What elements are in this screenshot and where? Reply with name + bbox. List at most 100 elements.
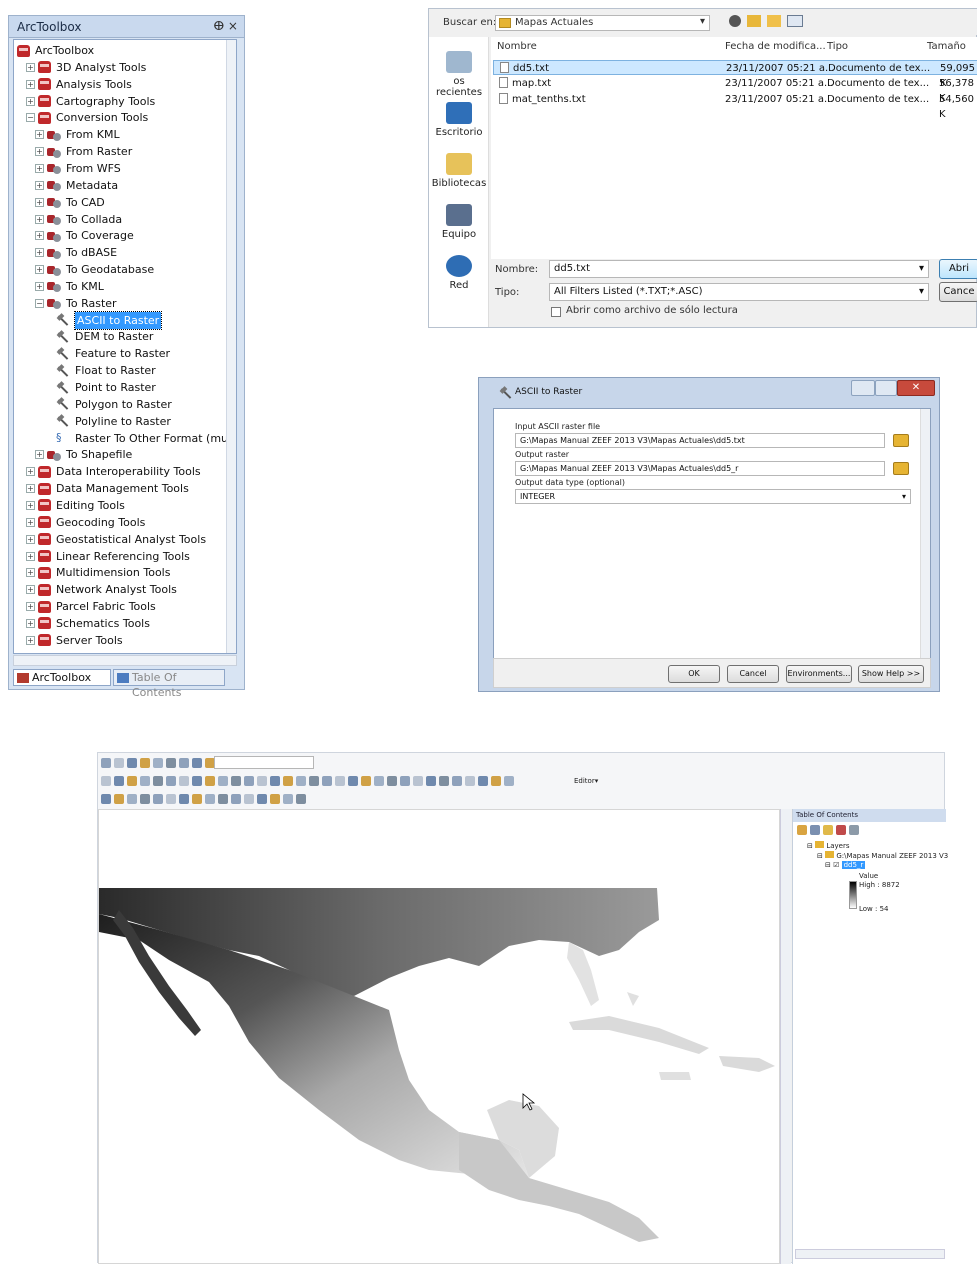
tree-root[interactable]: ArcToolbox xyxy=(17,42,94,59)
toolbar-button-icon[interactable] xyxy=(140,794,150,804)
column-header-type[interactable]: Tipo xyxy=(827,41,848,52)
map-display[interactable] xyxy=(98,809,780,1264)
toolbox-item[interactable]: + Editing Tools xyxy=(26,497,125,514)
toolbar-button-icon[interactable] xyxy=(218,794,228,804)
toolbar-button-icon[interactable] xyxy=(283,776,293,786)
scale-combo[interactable] xyxy=(214,756,314,769)
input-file-field[interactable]: G:\Mapas Manual ZEEF 2013 V3\Mapas Actua… xyxy=(515,433,885,448)
toolbar-button-icon[interactable] xyxy=(244,794,254,804)
toolbox-item[interactable]: +3D Analyst Tools xyxy=(26,59,146,76)
toolbar-button-icon[interactable] xyxy=(504,776,514,786)
tool-item[interactable]: Polyline to Raster xyxy=(44,413,171,430)
collapse-icon[interactable]: − xyxy=(35,298,44,308)
list-by-drawing-order-icon[interactable] xyxy=(797,825,807,835)
file-row[interactable]: map.txt 23/11/2007 05:21 a... Documento … xyxy=(493,76,977,104)
toolset-item[interactable]: − To Raster xyxy=(35,295,117,312)
expand-icon[interactable]: + xyxy=(26,635,35,645)
maximize-button[interactable] xyxy=(875,380,897,396)
environments-button[interactable]: Environments... xyxy=(786,665,852,683)
file-type-select[interactable]: All Filters Listed (*.TXT;*.ASC) ▾ xyxy=(549,283,929,301)
toolbar-button-icon[interactable] xyxy=(192,776,202,786)
toolbox-item[interactable]: + Geostatistical Analyst Tools xyxy=(26,531,206,548)
options-icon[interactable] xyxy=(849,825,859,835)
layers-node[interactable]: ⊟ Layers xyxy=(807,841,850,850)
collapse-icon[interactable]: − xyxy=(26,113,35,123)
toolset-item[interactable]: + Metadata xyxy=(35,177,118,194)
toolbar-button-icon[interactable] xyxy=(218,776,228,786)
file-row[interactable]: mat_tenths.txt 23/11/2007 05:21 a... Doc… xyxy=(493,92,977,120)
toolbar-button-icon[interactable] xyxy=(322,776,332,786)
map-scrollbar[interactable] xyxy=(780,809,791,1264)
expand-icon[interactable]: + xyxy=(26,618,35,628)
toolbox-item[interactable]: + Linear Referencing Tools xyxy=(26,548,190,565)
toolbar-button-icon[interactable] xyxy=(166,776,176,786)
column-header-date[interactable]: Fecha de modifica... xyxy=(725,41,826,52)
up-folder-icon[interactable] xyxy=(747,15,761,27)
data-type-select[interactable]: INTEGER ▾ xyxy=(515,489,911,504)
expand-icon[interactable]: + xyxy=(35,197,44,207)
toolbar-button-icon[interactable] xyxy=(309,776,319,786)
toolbar-button-icon[interactable] xyxy=(452,776,462,786)
toolbar-button-icon[interactable] xyxy=(192,794,202,804)
toolbar-button-icon[interactable] xyxy=(270,776,280,786)
layer-node[interactable]: ⊟ ☑ dd5_r xyxy=(825,861,866,869)
column-header-name[interactable]: Nombre xyxy=(497,41,537,52)
toolbar-button-icon[interactable] xyxy=(244,776,254,786)
toolbar-button-icon[interactable] xyxy=(231,794,241,804)
toolset-item[interactable]: + To Coverage xyxy=(35,227,134,244)
toolbar-button-icon[interactable] xyxy=(361,776,371,786)
output-raster-field[interactable]: G:\Mapas Manual ZEEF 2013 V3\Mapas Actua… xyxy=(515,461,885,476)
toolbar-button-icon[interactable] xyxy=(166,794,176,804)
file-name-input[interactable]: dd5.txt ▾ xyxy=(549,260,929,278)
toolbar-button-icon[interactable] xyxy=(400,776,410,786)
expand-icon[interactable]: + xyxy=(26,467,35,477)
toolset-item[interactable]: + To CAD xyxy=(35,194,105,211)
toolbar-button-icon[interactable] xyxy=(114,794,124,804)
expand-icon[interactable]: + xyxy=(26,602,35,612)
expand-icon[interactable]: + xyxy=(26,551,35,561)
browse-folder-icon[interactable] xyxy=(893,462,909,475)
toolbar-button-icon[interactable] xyxy=(153,794,163,804)
expand-icon[interactable]: + xyxy=(26,484,35,494)
cancel-button[interactable]: Cancel xyxy=(727,665,779,683)
place-libraries[interactable]: Bibliotecas xyxy=(429,153,489,189)
toolbar-button-icon[interactable] xyxy=(114,758,124,768)
place-recent[interactable]: os recientes xyxy=(429,51,489,98)
toolbox-item[interactable]: + Parcel Fabric Tools xyxy=(26,598,156,615)
toolbox-item[interactable]: + Data Management Tools xyxy=(26,480,189,497)
tool-item[interactable]: DEM to Raster xyxy=(44,328,153,345)
toolbar-button-icon[interactable] xyxy=(374,776,384,786)
folder-node[interactable]: ⊟ G:\Mapas Manual ZEEF 2013 V3 xyxy=(817,851,948,860)
toolbar-button-icon[interactable] xyxy=(465,776,475,786)
toolbar-button-icon[interactable] xyxy=(426,776,436,786)
browse-folder-icon[interactable] xyxy=(893,434,909,447)
toolset-item[interactable]: + From Raster xyxy=(35,143,132,160)
toolset-item[interactable]: + To Collada xyxy=(35,211,122,228)
tool-item[interactable]: Point to Raster xyxy=(44,379,156,396)
toolbox-item[interactable]: + Server Tools xyxy=(26,632,123,649)
column-header-size[interactable]: Tamaño xyxy=(927,41,966,52)
toolbar-button-icon[interactable] xyxy=(153,776,163,786)
expand-icon[interactable]: + xyxy=(35,265,44,275)
list-by-visibility-icon[interactable] xyxy=(823,825,833,835)
toolbar-button-icon[interactable] xyxy=(179,776,189,786)
tool-item[interactable]: § Raster To Other Format (mu xyxy=(44,430,228,447)
toolbar-button-icon[interactable] xyxy=(283,794,293,804)
tool-item[interactable]: Float to Raster xyxy=(44,362,156,379)
list-by-selection-icon[interactable] xyxy=(836,825,846,835)
toolbar-button-icon[interactable] xyxy=(127,794,137,804)
close-button[interactable]: ✕ xyxy=(897,380,935,396)
toolbar-button-icon[interactable] xyxy=(296,776,306,786)
toolbox-item[interactable]: + Analysis Tools xyxy=(26,76,132,93)
toolbar-button-icon[interactable] xyxy=(413,776,423,786)
toolset-item[interactable]: + From KML xyxy=(35,126,120,143)
toolbar-button-icon[interactable] xyxy=(270,794,280,804)
toolset-item[interactable]: + To dBASE xyxy=(35,244,117,261)
minimize-button[interactable] xyxy=(851,380,875,396)
expand-icon[interactable]: + xyxy=(35,130,44,140)
expand-icon[interactable]: + xyxy=(35,450,44,460)
cancel-button[interactable]: Cance xyxy=(939,282,977,302)
toolbox-item[interactable]: + Data Interoperability Tools xyxy=(26,463,201,480)
editor-menu[interactable]: Editor▾ xyxy=(574,777,598,785)
toolbox-item[interactable]: + Multidimension Tools xyxy=(26,564,170,581)
